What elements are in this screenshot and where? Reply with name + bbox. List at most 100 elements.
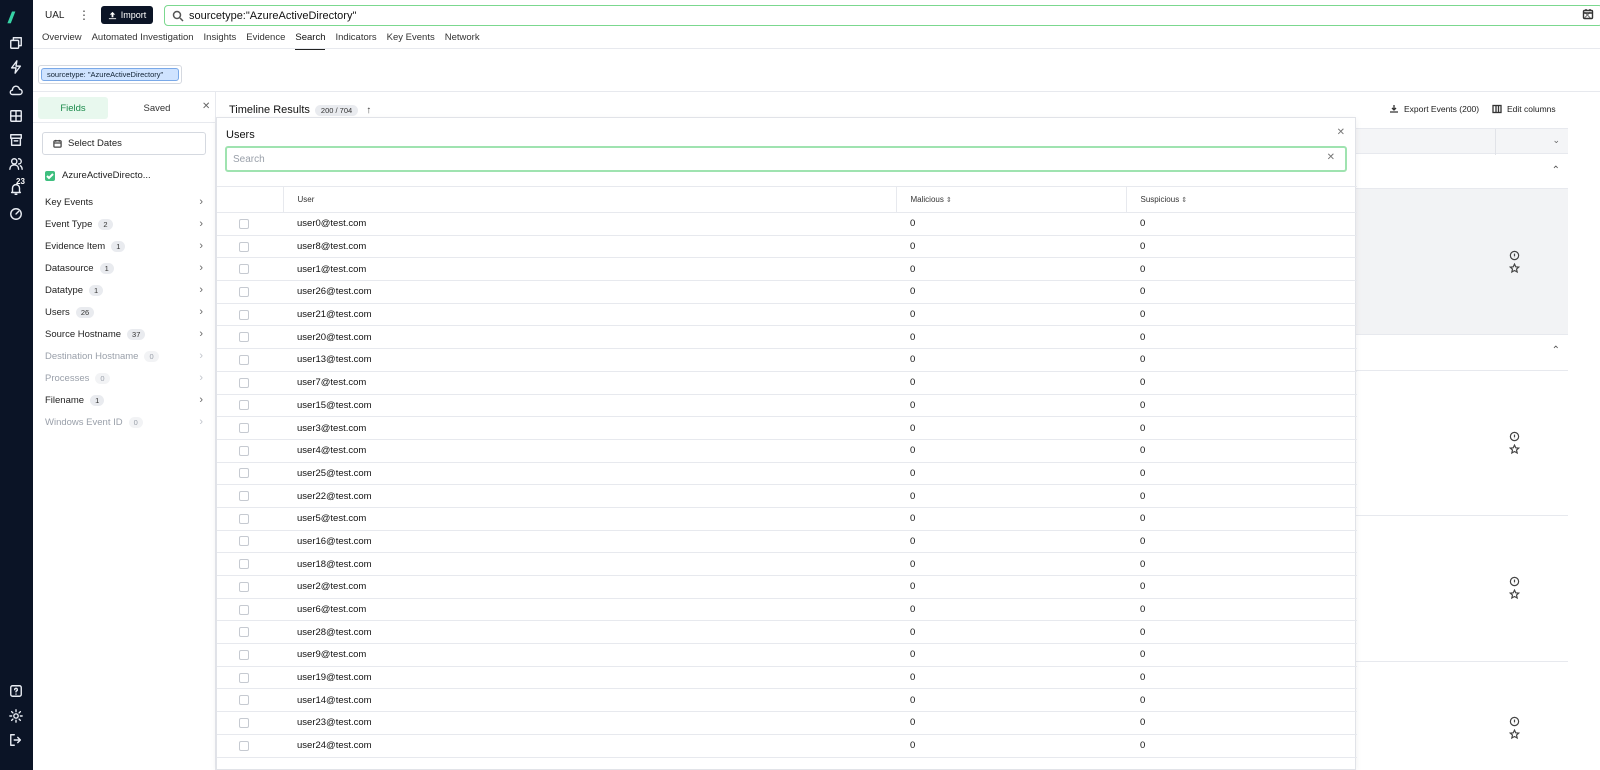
table-row[interactable]: user5@test.com 0 0 (217, 507, 1357, 531)
field-key-events[interactable]: Key Events › (45, 194, 203, 210)
timeline-row[interactable] (1356, 516, 1568, 662)
table-row[interactable]: user19@test.com 0 0 (217, 666, 1357, 690)
field-filename[interactable]: Filename 1 › (45, 392, 203, 408)
row-checkbox[interactable] (239, 468, 249, 479)
row-checkbox[interactable] (239, 423, 249, 434)
table-row[interactable]: user22@test.com 0 0 (217, 484, 1357, 508)
timeline-group-header[interactable]: ⌃ (1356, 335, 1568, 371)
table-row[interactable]: user16@test.com 0 0 (217, 530, 1357, 554)
timeline-group-header[interactable]: ⌃ (1356, 155, 1568, 189)
sort-arrow-icon[interactable]: ↑ (366, 105, 371, 116)
row-checkbox[interactable] (239, 241, 249, 252)
row-checkbox[interactable] (239, 740, 249, 751)
star-icon[interactable] (1508, 588, 1521, 601)
row-checkbox[interactable] (239, 536, 249, 547)
row-checkbox[interactable] (239, 513, 249, 524)
timeline-row[interactable] (1356, 662, 1568, 770)
row-checkbox[interactable] (239, 581, 249, 592)
info-icon[interactable] (1509, 716, 1521, 728)
chevron-up-icon[interactable]: ⌃ (1552, 165, 1560, 176)
star-icon[interactable] (1508, 262, 1521, 275)
suspicious-column-header[interactable]: Suspicious ⇕ (1125, 186, 1357, 213)
help-icon[interactable] (8, 683, 24, 699)
timeline-row[interactable] (1356, 189, 1568, 335)
table-row[interactable]: user8@test.com 0 0 (217, 235, 1357, 259)
table-row[interactable]: user7@test.com 0 0 (217, 371, 1357, 395)
tab-saved[interactable]: Saved (122, 97, 192, 119)
row-checkbox[interactable] (239, 264, 249, 275)
edit-columns-button[interactable]: Edit columns (1492, 104, 1556, 114)
malicious-column-header[interactable]: Malicious ⇕ (895, 186, 1126, 213)
users-search-input[interactable] (233, 152, 1313, 166)
import-button[interactable]: Import (101, 6, 153, 24)
logout-icon[interactable] (8, 732, 24, 748)
row-checkbox[interactable] (239, 354, 249, 365)
gauge-icon[interactable] (8, 206, 24, 222)
table-row[interactable]: user0@test.com 0 0 (217, 212, 1357, 236)
row-checkbox[interactable] (239, 649, 249, 660)
field-destination-hostname[interactable]: Destination Hostname 0 › (45, 348, 203, 364)
row-checkbox[interactable] (239, 627, 249, 638)
timeline-row[interactable] (1356, 371, 1568, 516)
table-row[interactable]: user21@test.com 0 0 (217, 303, 1357, 327)
archive-icon[interactable] (8, 132, 24, 148)
users-search-field[interactable]: ✕ (225, 146, 1347, 172)
table-row[interactable]: user6@test.com 0 0 (217, 598, 1357, 622)
row-checkbox[interactable] (239, 604, 249, 615)
cloud-icon[interactable] (8, 83, 24, 99)
query-search-bar[interactable]: ✕ (164, 5, 1600, 26)
field-evidence-item[interactable]: Evidence Item 1 › (45, 238, 203, 254)
row-checkbox[interactable] (239, 377, 249, 388)
table-row[interactable]: user15@test.com 0 0 (217, 394, 1357, 418)
grid-icon[interactable] (8, 108, 24, 124)
clear-search-icon[interactable]: ✕ (1327, 152, 1335, 163)
field-source-hostname[interactable]: Source Hostname 37 › (45, 326, 203, 342)
field-windows-event-id[interactable]: Windows Event ID 0 › (45, 414, 203, 430)
table-row[interactable]: user9@test.com 0 0 (217, 643, 1357, 667)
table-row[interactable]: user1@test.com 0 0 (217, 257, 1357, 282)
gear-icon[interactable] (8, 708, 24, 724)
close-sidebar-icon[interactable]: ✕ (202, 101, 210, 112)
query-chip[interactable]: sourcetype: "AzureActiveDirectory" (41, 68, 179, 81)
export-events-button[interactable]: Export Events (200) (1389, 104, 1479, 114)
select-dates-button[interactable]: Select Dates (42, 132, 206, 155)
source-filter[interactable]: AzureActiveDirecto... (45, 170, 151, 181)
row-checkbox[interactable] (239, 445, 249, 456)
chevron-down-icon[interactable]: ⌄ (1552, 135, 1560, 146)
table-row[interactable]: user2@test.com 0 0 (217, 575, 1357, 599)
row-checkbox[interactable] (239, 695, 249, 706)
user-column-header[interactable]: User (282, 186, 896, 213)
row-checkbox[interactable] (239, 286, 249, 297)
info-icon[interactable] (1509, 250, 1521, 262)
table-row[interactable]: user18@test.com 0 0 (217, 552, 1357, 576)
table-row[interactable]: user3@test.com 0 0 (217, 416, 1357, 440)
table-row[interactable]: user20@test.com 0 0 (217, 325, 1357, 350)
row-checkbox[interactable] (239, 332, 249, 343)
row-checkbox[interactable] (239, 717, 249, 728)
table-row[interactable]: user24@test.com 0 0 (217, 734, 1357, 758)
table-row[interactable]: user25@test.com 0 0 (217, 462, 1357, 486)
row-checkbox[interactable] (239, 559, 249, 570)
sort-icon[interactable]: ⇕ (1181, 197, 1187, 204)
app-logo[interactable]: // (8, 10, 14, 28)
sort-icon[interactable]: ⇕ (946, 197, 952, 204)
table-row[interactable]: user13@test.com 0 0 (217, 348, 1357, 372)
field-processes[interactable]: Processes 0 › (45, 370, 203, 386)
star-icon[interactable] (1508, 728, 1521, 741)
table-row[interactable]: user26@test.com 0 0 (217, 280, 1357, 304)
close-popup-icon[interactable]: ✕ (1337, 127, 1345, 138)
field-users[interactable]: Users 26 › (45, 304, 203, 320)
star-icon[interactable] (1508, 443, 1521, 456)
info-icon[interactable] (1509, 576, 1521, 588)
more-options-icon[interactable]: ⋮ (78, 8, 90, 22)
calendar-icon[interactable] (1582, 8, 1594, 20)
field-datasource[interactable]: Datasource 1 › (45, 260, 203, 276)
chevron-up-icon[interactable]: ⌃ (1552, 345, 1560, 356)
row-checkbox[interactable] (239, 400, 249, 411)
users-icon[interactable] (8, 156, 24, 172)
table-row[interactable]: user28@test.com 0 0 (217, 620, 1357, 645)
tab-fields[interactable]: Fields (38, 97, 108, 119)
row-checkbox[interactable] (239, 672, 249, 683)
field-event-type[interactable]: Event Type 2 › (45, 216, 203, 232)
row-checkbox[interactable] (239, 491, 249, 502)
